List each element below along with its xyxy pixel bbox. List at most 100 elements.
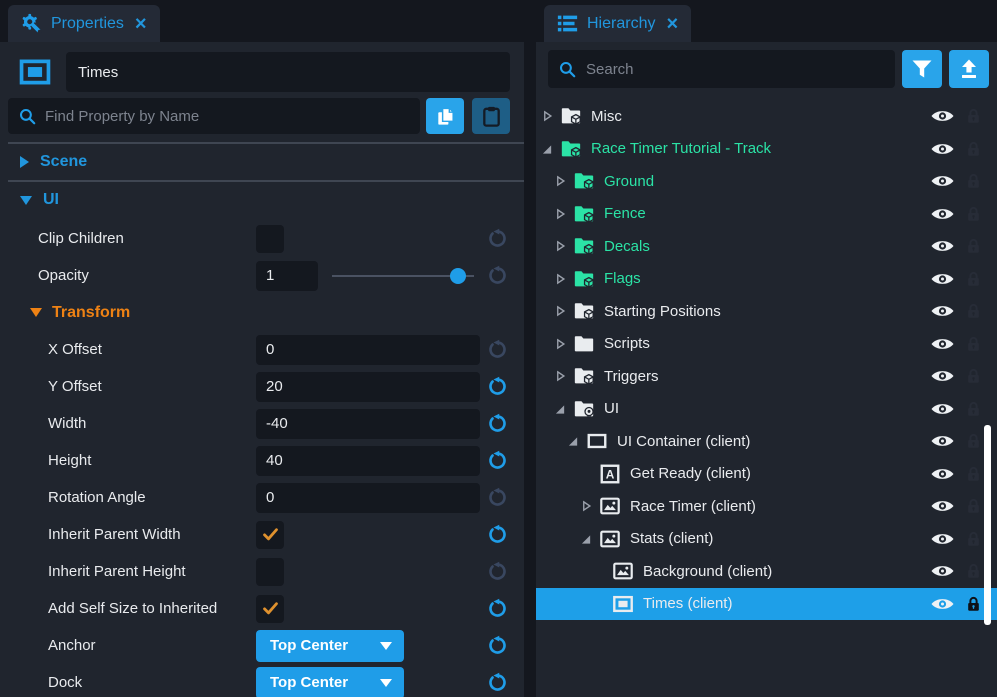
object-name-input[interactable] bbox=[66, 52, 510, 92]
inherit-parent-height-checkbox[interactable] bbox=[256, 558, 284, 586]
expander-collapsed-icon[interactable] bbox=[555, 370, 571, 383]
dock-dropdown[interactable]: Top Center bbox=[256, 667, 404, 697]
tree-row-fence[interactable]: Fence bbox=[536, 198, 997, 231]
section-ui[interactable]: UI bbox=[0, 186, 524, 214]
lock-icon[interactable] bbox=[965, 399, 982, 419]
lock-icon[interactable] bbox=[965, 431, 982, 451]
find-property-box[interactable] bbox=[8, 98, 420, 134]
lock-icon[interactable] bbox=[965, 204, 982, 224]
visibility-eye-icon[interactable] bbox=[930, 432, 955, 450]
visibility-eye-icon[interactable] bbox=[930, 367, 955, 385]
expander-expanded-icon[interactable] bbox=[555, 402, 571, 415]
lock-icon[interactable] bbox=[965, 139, 982, 159]
reset-icon[interactable] bbox=[487, 635, 508, 656]
lock-icon[interactable] bbox=[965, 171, 982, 191]
tree-row-ui[interactable]: UI bbox=[536, 393, 997, 426]
lock-icon[interactable] bbox=[965, 594, 982, 614]
lock-icon[interactable] bbox=[965, 334, 982, 354]
section-scene[interactable]: Scene bbox=[0, 150, 524, 174]
expander-collapsed-icon[interactable] bbox=[581, 500, 597, 513]
reset-icon[interactable] bbox=[487, 672, 508, 693]
x-offset-input[interactable] bbox=[256, 335, 480, 365]
lock-icon[interactable] bbox=[965, 236, 982, 256]
expander-collapsed-icon[interactable] bbox=[555, 175, 571, 188]
width-input[interactable] bbox=[256, 409, 480, 439]
close-icon[interactable]: × bbox=[135, 14, 147, 34]
reset-icon[interactable] bbox=[487, 598, 508, 619]
visibility-eye-icon[interactable] bbox=[930, 335, 955, 353]
height-input[interactable] bbox=[256, 446, 480, 476]
lock-icon[interactable] bbox=[965, 106, 982, 126]
close-icon[interactable]: × bbox=[666, 14, 678, 34]
scrollbar-thumb[interactable] bbox=[984, 425, 991, 625]
tree-row-misc[interactable]: Misc bbox=[536, 100, 997, 133]
clip-children-checkbox[interactable] bbox=[256, 225, 284, 253]
find-property-input[interactable] bbox=[45, 108, 410, 125]
tree-row-background[interactable]: Background (client) bbox=[536, 555, 997, 588]
tree-row-decals[interactable]: Decals bbox=[536, 230, 997, 263]
tree-row-race-timer[interactable]: Race Timer (client) bbox=[536, 490, 997, 523]
tree-row-stats[interactable]: Stats (client) bbox=[536, 523, 997, 556]
hierarchy-search-box[interactable] bbox=[548, 50, 895, 88]
tree-row-flags[interactable]: Flags bbox=[536, 263, 997, 296]
expander-expanded-icon[interactable] bbox=[542, 142, 558, 155]
opacity-slider[interactable] bbox=[332, 261, 474, 291]
expander-collapsed-icon[interactable] bbox=[555, 337, 571, 350]
expander-collapsed-icon[interactable] bbox=[555, 305, 571, 318]
inherit-parent-width-checkbox[interactable] bbox=[256, 521, 284, 549]
lock-icon[interactable] bbox=[965, 366, 982, 386]
visibility-eye-icon[interactable] bbox=[930, 140, 955, 158]
reset-icon[interactable] bbox=[487, 413, 508, 434]
opacity-slider-knob[interactable] bbox=[450, 268, 466, 284]
filter-button[interactable] bbox=[902, 50, 942, 88]
lock-icon[interactable] bbox=[965, 529, 982, 549]
tab-properties[interactable]: Properties × bbox=[8, 5, 160, 42]
visibility-eye-icon[interactable] bbox=[930, 497, 955, 515]
tree-row-get-ready[interactable]: Get Ready (client) bbox=[536, 458, 997, 491]
visibility-eye-icon[interactable] bbox=[930, 270, 955, 288]
tree-row-ground[interactable]: Ground bbox=[536, 165, 997, 198]
visibility-eye-icon[interactable] bbox=[930, 595, 955, 613]
paste-properties-button[interactable] bbox=[472, 98, 510, 134]
visibility-eye-icon[interactable] bbox=[930, 172, 955, 190]
lock-icon[interactable] bbox=[965, 464, 982, 484]
visibility-eye-icon[interactable] bbox=[930, 562, 955, 580]
property-label: Inherit Parent Width bbox=[48, 526, 256, 543]
hierarchy-search-input[interactable] bbox=[586, 61, 885, 78]
visibility-eye-icon[interactable] bbox=[930, 237, 955, 255]
tree-row-starting-positions[interactable]: Starting Positions bbox=[536, 295, 997, 328]
tab-hierarchy[interactable]: Hierarchy × bbox=[544, 5, 691, 42]
tree-row-scripts[interactable]: Scripts bbox=[536, 328, 997, 361]
opacity-input[interactable] bbox=[256, 261, 318, 291]
visibility-eye-icon[interactable] bbox=[930, 465, 955, 483]
tree-row-triggers[interactable]: Triggers bbox=[536, 360, 997, 393]
expander-expanded-icon[interactable] bbox=[581, 532, 597, 545]
tree-row-times-selected[interactable]: Times (client) bbox=[536, 588, 997, 621]
anchor-dropdown[interactable]: Top Center bbox=[256, 630, 404, 662]
publish-button[interactable] bbox=[949, 50, 989, 88]
reset-icon[interactable] bbox=[487, 524, 508, 545]
expander-collapsed-icon[interactable] bbox=[555, 240, 571, 253]
lock-icon[interactable] bbox=[965, 496, 982, 516]
lock-icon[interactable] bbox=[965, 561, 982, 581]
rotation-angle-input[interactable] bbox=[256, 483, 480, 513]
copy-properties-button[interactable] bbox=[426, 98, 464, 134]
reset-icon[interactable] bbox=[487, 450, 508, 471]
expander-collapsed-icon[interactable] bbox=[555, 207, 571, 220]
lock-icon[interactable] bbox=[965, 301, 982, 321]
expander-collapsed-icon[interactable] bbox=[555, 272, 571, 285]
visibility-eye-icon[interactable] bbox=[930, 530, 955, 548]
add-self-size-checkbox[interactable] bbox=[256, 595, 284, 623]
tree-row-ui-container[interactable]: UI Container (client) bbox=[536, 425, 997, 458]
y-offset-input[interactable] bbox=[256, 372, 480, 402]
visibility-eye-icon[interactable] bbox=[930, 107, 955, 125]
visibility-eye-icon[interactable] bbox=[930, 205, 955, 223]
expander-expanded-icon[interactable] bbox=[568, 435, 584, 448]
expander-collapsed-icon[interactable] bbox=[542, 110, 558, 123]
section-transform[interactable]: Transform bbox=[0, 294, 524, 331]
lock-icon[interactable] bbox=[965, 269, 982, 289]
visibility-eye-icon[interactable] bbox=[930, 400, 955, 418]
visibility-eye-icon[interactable] bbox=[930, 302, 955, 320]
reset-icon[interactable] bbox=[487, 376, 508, 397]
tree-row-race-timer-tutorial-track[interactable]: Race Timer Tutorial - Track bbox=[536, 133, 997, 166]
